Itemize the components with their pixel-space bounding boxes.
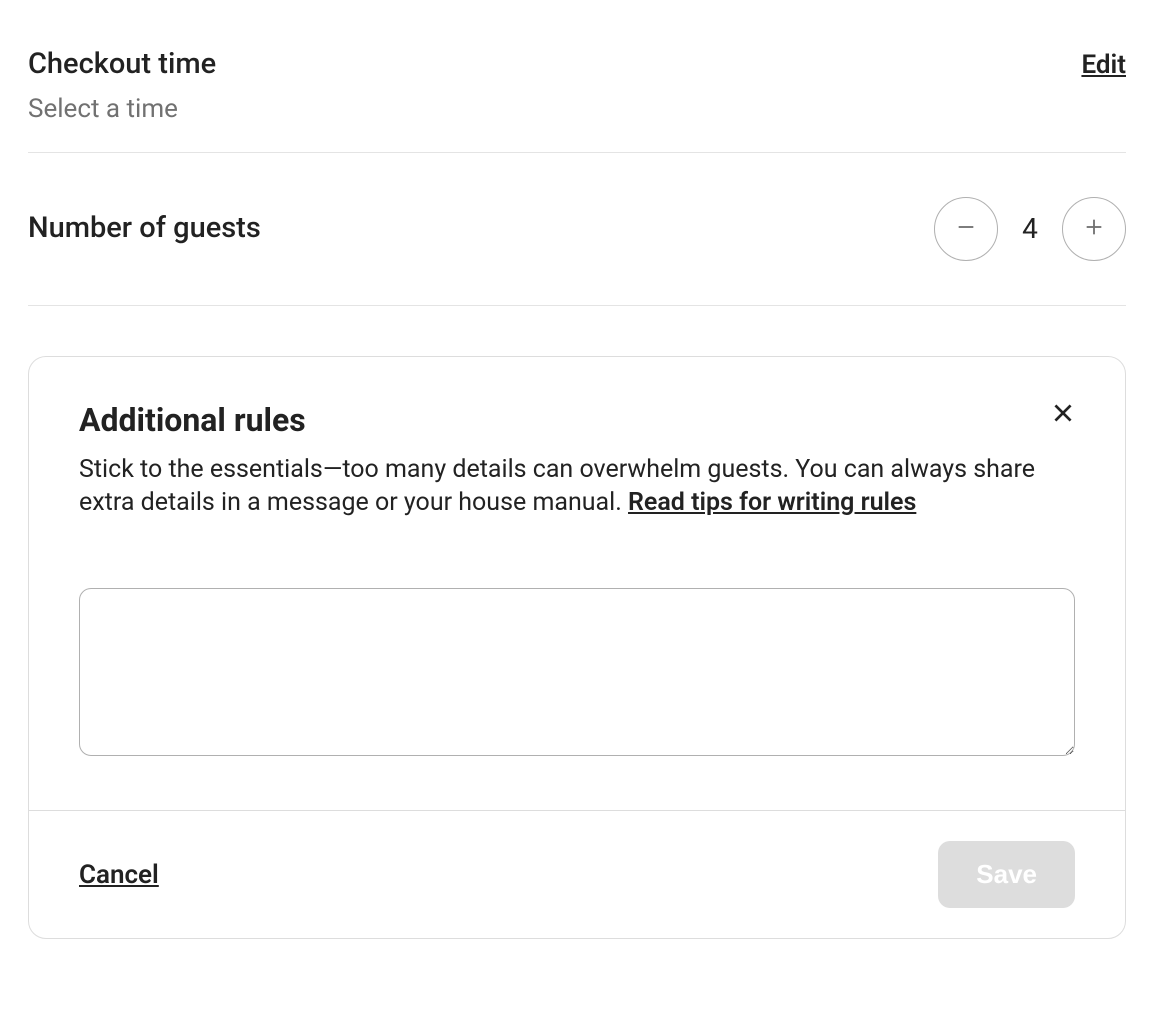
save-button[interactable]: Save <box>938 841 1075 908</box>
checkout-time-text-block: Checkout time Select a time <box>28 46 216 124</box>
guests-value: 4 <box>1020 212 1040 245</box>
cancel-button[interactable]: Cancel <box>79 860 159 890</box>
checkout-time-subtitle: Select a time <box>28 94 216 124</box>
checkout-time-section: Checkout time Select a time Edit <box>28 28 1126 153</box>
additional-rules-body: Additional rules Stick to the essentials… <box>29 357 1125 811</box>
additional-rules-card: Additional rules Stick to the essentials… <box>28 356 1126 940</box>
additional-rules-title: Additional rules <box>79 401 1075 439</box>
plus-icon <box>1083 216 1105 241</box>
close-button[interactable] <box>1045 397 1081 433</box>
decrease-guests-button[interactable] <box>934 197 998 261</box>
checkout-time-title: Checkout time <box>28 46 216 84</box>
guests-stepper: 4 <box>934 197 1126 261</box>
close-icon <box>1050 400 1076 429</box>
edit-button[interactable]: Edit <box>1081 50 1126 80</box>
additional-rules-textarea[interactable] <box>79 588 1075 756</box>
guests-section: Number of guests 4 <box>28 153 1126 306</box>
checkout-time-row: Checkout time Select a time Edit <box>28 46 1126 124</box>
additional-rules-footer: Cancel Save <box>29 810 1125 938</box>
minus-icon <box>955 216 977 241</box>
read-tips-link[interactable]: Read tips for writing rules <box>628 488 916 517</box>
additional-rules-description: Stick to the essentials—too many details… <box>79 453 1075 521</box>
increase-guests-button[interactable] <box>1062 197 1126 261</box>
guests-title: Number of guests <box>28 210 261 248</box>
